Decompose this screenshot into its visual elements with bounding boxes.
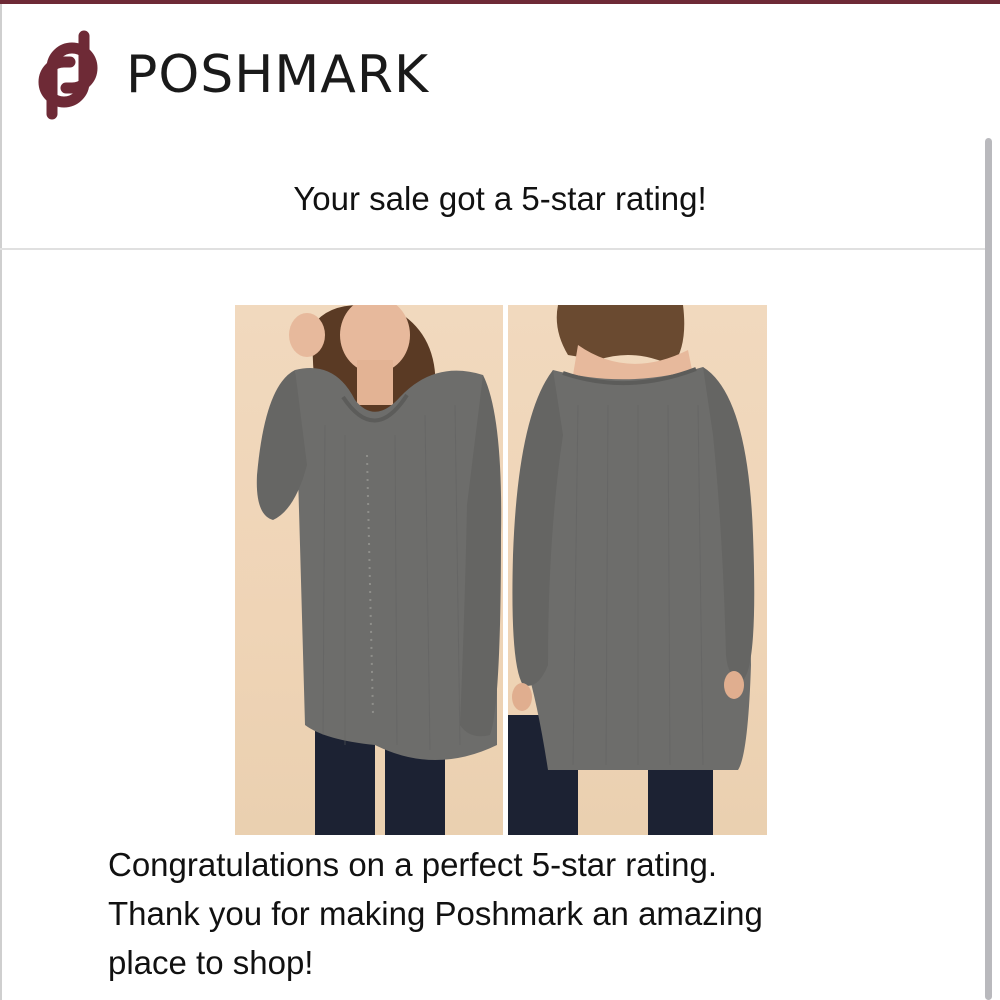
- message-line-1: Congratulations on a perfect 5-star rati…: [108, 846, 718, 883]
- sweater-back-photo[interactable]: [508, 305, 767, 835]
- message-line-2: Thank you for making Poshmark an amazing: [108, 895, 763, 932]
- left-border: [0, 4, 2, 1000]
- sweater-front-photo[interactable]: [235, 305, 503, 835]
- message-line-3: place to shop!: [108, 944, 314, 981]
- poshmark-logo-icon: [38, 30, 98, 120]
- scrollbar[interactable]: [985, 138, 992, 1000]
- brand-header[interactable]: POSHMARK: [28, 30, 429, 120]
- brand-name: POSHMARK: [126, 45, 430, 105]
- top-border: [0, 0, 1000, 4]
- email-subject: Your sale got a 5-star rating!: [293, 180, 707, 217]
- email-message: Congratulations on a perfect 5-star rati…: [108, 840, 968, 987]
- email-page: POSHMARK Your sale got a 5-star rating!: [0, 0, 1000, 1000]
- header-divider: [0, 248, 985, 250]
